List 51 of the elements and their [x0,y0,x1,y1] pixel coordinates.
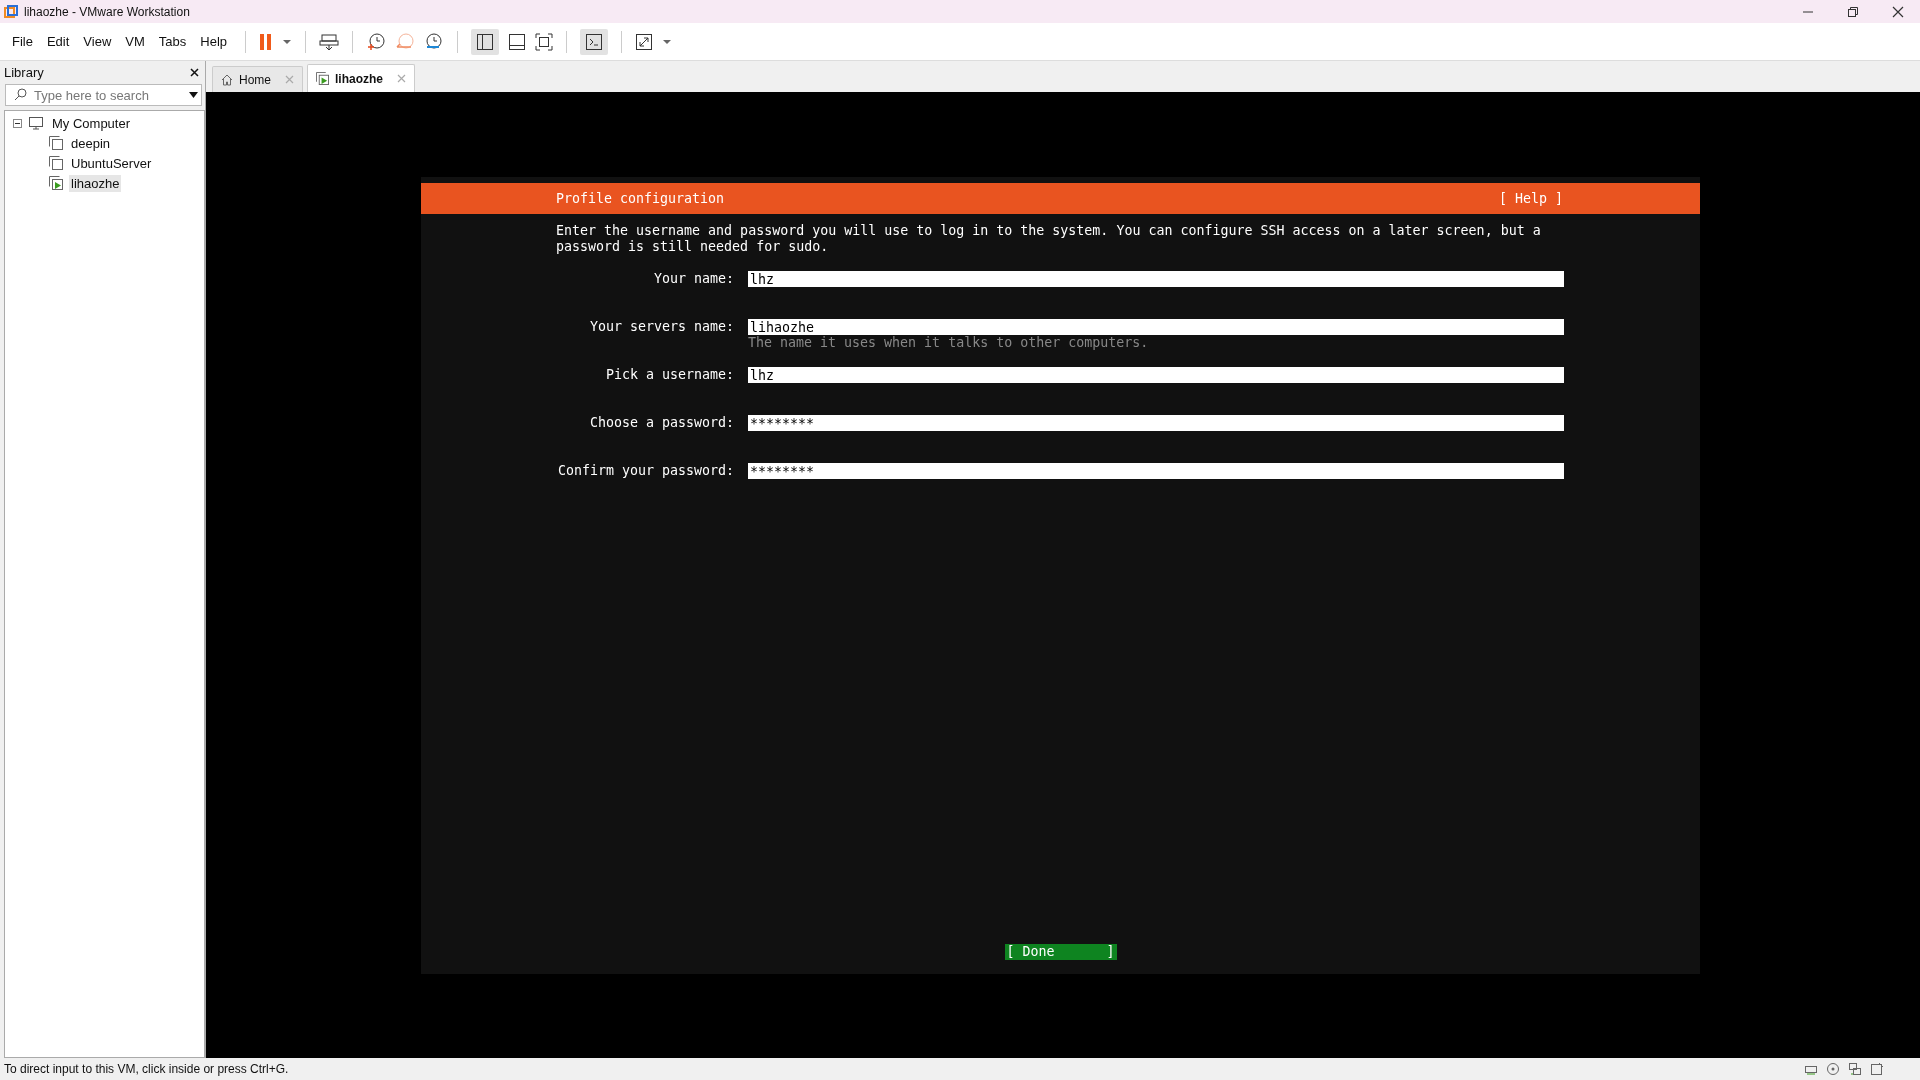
help-button[interactable]: [ Help ] [1498,191,1563,206]
menu-item[interactable]: Edit [46,34,70,49]
menu-item[interactable]: Help [200,34,228,49]
text-field[interactable]: ******** [748,463,1564,479]
sidebar-layout-icon[interactable] [476,32,495,51]
field-label: Pick a username: [604,367,734,384]
restore-icon[interactable] [1847,5,1859,18]
disc-icon[interactable] [1826,1062,1840,1076]
tree-item[interactable]: My Computer [50,114,133,132]
collapse-toggle-icon[interactable] [13,118,22,128]
home-icon [221,73,233,86]
clock-plus-icon[interactable] [366,31,387,52]
running-vm-icon [316,72,329,85]
tree-item[interactable]: lihaozhe [69,174,122,192]
text-field[interactable]: lihaozhe [748,319,1564,335]
menu-item[interactable]: VM [125,34,145,49]
installer-title: Profile configuration [556,191,725,206]
field-hint: The name it uses when it talks to other computers. [748,335,1150,351]
search-icon [14,88,27,101]
pause-icon[interactable] [259,32,274,51]
field-label: Confirm your password: [556,463,734,480]
menu-item[interactable]: File [12,34,33,49]
caret-icon[interactable] [189,92,198,98]
menu-item[interactable]: View [83,34,112,49]
field-label: Choose a password: [588,415,734,432]
status-text: To direct input to this VM, click inside or press Ctrl+G. [4,1062,289,1076]
tree-item[interactable]: UbuntuServer [69,154,154,172]
close-icon[interactable] [190,68,199,77]
close-icon[interactable] [1892,5,1904,18]
monitor-icon [28,116,44,130]
panel-layout-icon[interactable] [508,32,527,51]
search-field[interactable]: Type here to search [5,84,202,106]
network-icon[interactable] [1848,1062,1862,1076]
app-logo-icon [4,4,18,19]
console-icon[interactable] [585,32,604,51]
done-button[interactable]: [ Done ] [1004,944,1117,960]
fullscreen-icon[interactable] [535,32,554,51]
stretch-icon[interactable] [635,32,654,51]
library-title: Library [4,65,44,80]
text-field[interactable]: ******** [748,415,1564,431]
field-label: Your name: [652,271,734,288]
tab[interactable]: Home [212,66,303,92]
window-title: lihaozhe - VMware Workstation [24,4,190,19]
tab[interactable]: lihaozhe [307,64,416,92]
text-field[interactable]: lhz [748,271,1564,287]
description-text: Enter the username and password you will use to log in to the system. You can configure SSH access on a later screen, but a password is still needed for sudo. [556,223,1542,255]
menu-item[interactable]: Tabs [158,34,187,49]
text-field[interactable]: lhz [748,367,1564,383]
field-label: Your servers name: [588,319,734,336]
tree-item[interactable]: deepin [69,134,113,152]
window-icon[interactable] [1870,1062,1884,1076]
